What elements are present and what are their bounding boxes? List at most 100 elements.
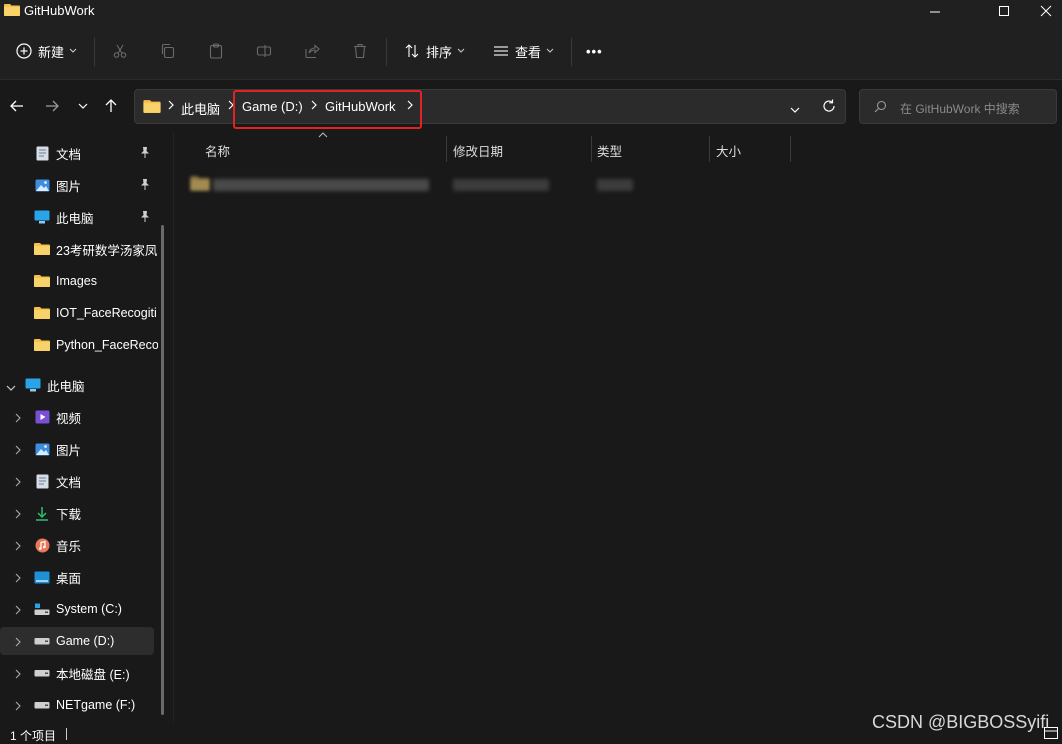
chevron-right-icon <box>14 668 22 682</box>
command-bar: 新建 排序 查看 ••• <box>0 22 1062 80</box>
column-divider[interactable] <box>709 136 710 162</box>
search-box[interactable]: 在 GitHubWork 中搜索 <box>859 89 1057 124</box>
column-divider[interactable] <box>591 136 592 162</box>
view-button[interactable]: 查看 <box>493 39 554 63</box>
new-button[interactable]: 新建 <box>16 39 77 63</box>
sidebar-item-label: 图片 <box>56 179 82 194</box>
column-divider[interactable] <box>790 136 791 162</box>
folder-icon <box>34 273 50 289</box>
close-icon <box>1040 5 1052 17</box>
chevron-down-icon <box>6 381 16 395</box>
chevron-right-icon <box>14 508 22 522</box>
sidebar-item-label: 图片 <box>56 443 82 458</box>
blurred-file-type <box>597 179 633 191</box>
desktop-icon <box>34 569 50 585</box>
search-input[interactable]: 在 GitHubWork 中搜索 <box>900 100 1020 117</box>
close-button[interactable] <box>1030 0 1062 22</box>
column-header-name[interactable]: 名称 <box>205 141 230 160</box>
sidebar-item-folder[interactable]: 23考研数学汤家凤 <box>34 235 158 263</box>
title-bar[interactable]: GitHubWork <box>0 0 1062 22</box>
recent-locations-button[interactable] <box>73 96 93 116</box>
sidebar-item-system-drive[interactable]: System (C:) <box>0 595 156 623</box>
item-count: 1 个项目 <box>10 729 57 743</box>
sort-icon <box>405 44 419 58</box>
rename-icon <box>256 45 272 57</box>
chevron-down-icon <box>790 107 800 113</box>
back-button[interactable] <box>7 96 27 116</box>
up-button[interactable] <box>101 96 121 116</box>
pin-icon <box>140 211 150 225</box>
sidebar-item-netgame-drive[interactable]: NETgame (F:) <box>0 691 156 719</box>
toolbar-divider <box>571 38 572 66</box>
videos-icon <box>34 409 50 425</box>
share-button[interactable] <box>304 39 320 63</box>
window-title: GitHubWork <box>24 3 95 18</box>
column-divider[interactable] <box>446 136 447 162</box>
chevron-right-icon <box>14 476 22 490</box>
column-header-modified[interactable]: 修改日期 <box>453 141 503 160</box>
breadcrumb-this-pc[interactable]: 此电脑 <box>181 99 220 118</box>
copy-button[interactable] <box>160 39 176 63</box>
sidebar-item-documents-pc[interactable]: 文档 <box>0 467 156 495</box>
sidebar-item-downloads[interactable]: 下载 <box>0 499 156 527</box>
column-header-size[interactable]: 大小 <box>716 141 741 160</box>
sidebar-item-label: 23考研数学汤家凤 <box>56 243 158 258</box>
address-history-button[interactable] <box>790 103 800 117</box>
scissors-icon <box>113 44 127 58</box>
system-drive-icon <box>34 601 50 617</box>
sidebar-item-videos[interactable]: 视频 <box>0 403 156 431</box>
maximize-icon <box>999 6 1009 16</box>
column-header-type[interactable]: 类型 <box>597 141 622 160</box>
sidebar-item-pictures[interactable]: 图片 <box>34 171 190 199</box>
chevron-right-icon <box>14 444 22 458</box>
sidebar-item-desktop[interactable]: 桌面 <box>0 563 156 591</box>
sidebar-item-label: Game (D:) <box>56 634 115 648</box>
music-icon <box>34 537 50 553</box>
drive-icon <box>34 633 50 649</box>
paste-button[interactable] <box>208 39 224 63</box>
chevron-down-icon <box>546 48 554 53</box>
this-pc-icon <box>25 377 41 393</box>
chevron-right-icon <box>14 572 22 586</box>
refresh-button[interactable] <box>822 99 836 116</box>
sidebar-item-label: Python_FaceReco <box>56 338 158 352</box>
more-options-button[interactable]: ••• <box>586 39 603 63</box>
sidebar-item-this-pc-pinned[interactable]: 此电脑 <box>34 203 190 231</box>
sidebar-item-game-drive[interactable]: Game (D:) <box>0 627 154 655</box>
sidebar-scrollbar[interactable] <box>161 225 164 715</box>
minimize-button[interactable] <box>912 0 958 22</box>
sidebar-item-music[interactable]: 音乐 <box>0 531 156 559</box>
sidebar-item-label: 视频 <box>56 411 82 426</box>
share-icon <box>305 44 320 59</box>
table-row[interactable] <box>185 172 805 196</box>
sidebar-item-documents[interactable]: 文档 <box>34 139 190 167</box>
sidebar-item-local-disk-e[interactable]: 本地磁盘 (E:) <box>0 659 156 687</box>
this-pc-icon <box>34 209 50 225</box>
sidebar-item-pictures-pc[interactable]: 图片 <box>0 435 156 463</box>
cut-button[interactable] <box>112 39 128 63</box>
arrow-up-icon <box>105 99 117 112</box>
folder-icon <box>34 241 50 257</box>
drive-icon <box>34 665 50 681</box>
blurred-file-name <box>213 179 429 191</box>
arrow-left-icon <box>10 100 23 112</box>
download-icon <box>34 505 50 521</box>
sidebar-item-label: IOT_FaceRecogiti <box>56 306 157 320</box>
folder-icon <box>143 99 161 117</box>
file-list: 名称 修改日期 类型 大小 <box>173 132 1062 722</box>
sidebar-item-label: 本地磁盘 (E:) <box>56 667 130 682</box>
rename-button[interactable] <box>256 39 272 63</box>
maximize-button[interactable] <box>981 0 1027 22</box>
sidebar-item-this-pc[interactable]: 此电脑 <box>0 371 156 399</box>
refresh-icon <box>823 99 835 112</box>
watermark-text: CSDN @BIGBOSSyifi <box>872 712 1050 732</box>
search-icon <box>874 100 887 116</box>
delete-button[interactable] <box>352 39 368 63</box>
sidebar-item-iot-facerecogition[interactable]: IOT_FaceRecogiti <box>34 299 158 327</box>
sort-button[interactable]: 排序 <box>404 39 465 63</box>
blurred-modified-date <box>453 179 549 191</box>
sidebar-item-images[interactable]: Images <box>34 267 158 295</box>
sidebar-item-python-facereco[interactable]: Python_FaceReco <box>34 331 158 359</box>
forward-button[interactable] <box>42 96 62 116</box>
chevron-right-icon <box>14 412 22 426</box>
